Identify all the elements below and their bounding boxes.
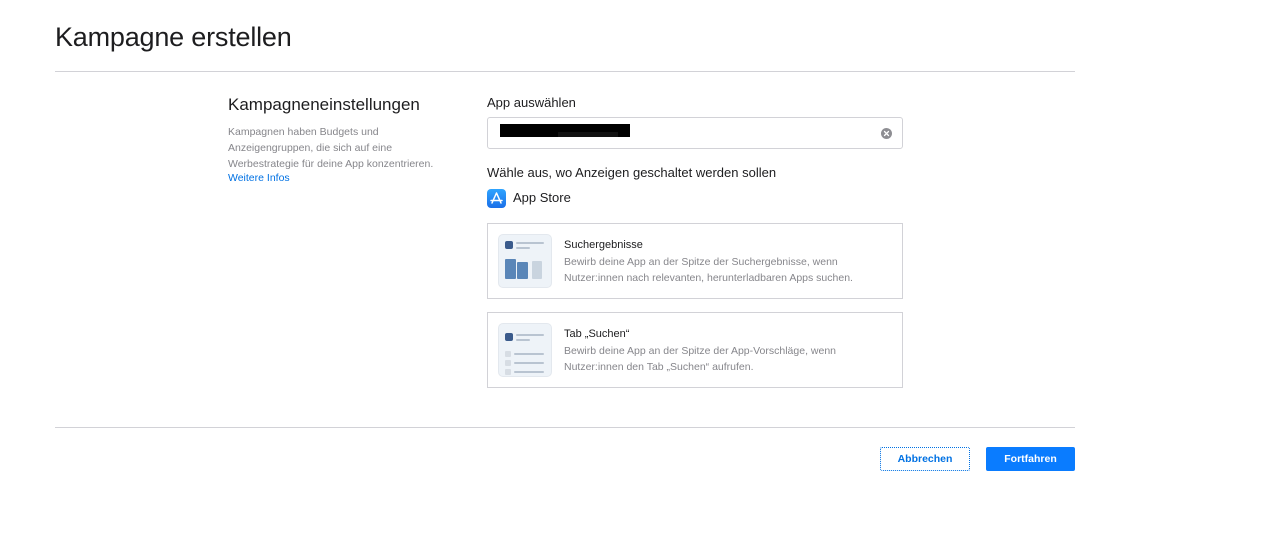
placement-label: Wähle aus, wo Anzeigen geschaltet werden… [487, 165, 777, 180]
page-title: Kampagne erstellen [55, 22, 292, 52]
more-info-link[interactable]: Weitere Infos [228, 172, 290, 184]
thumb-line [516, 247, 530, 249]
clear-circle-icon[interactable] [881, 128, 892, 139]
cancel-button[interactable]: Abbrechen [880, 447, 970, 471]
mini-app-icon [505, 333, 513, 341]
thumb-line [516, 242, 544, 244]
continue-button[interactable]: Fortfahren [986, 447, 1075, 471]
option-search-tab[interactable]: Tab „Suchen“ Bewirb deine App an der Spi… [487, 312, 903, 388]
option-title: Suchergebnisse [564, 239, 643, 251]
settings-title: Kampagneneinstellungen [228, 95, 420, 114]
app-store-label: App Store [513, 190, 571, 205]
app-select-field[interactable] [487, 117, 903, 149]
thumb-grid-item [505, 360, 511, 366]
app-store-icon [487, 189, 506, 208]
search-tab-thumbnail [498, 323, 552, 377]
option-title: Tab „Suchen“ [564, 328, 630, 340]
thumb-grid-item [505, 369, 511, 375]
option-description: Bewirb deine App an der Spitze der Suche… [564, 256, 853, 284]
option-description: Bewirb deine App an der Spitze der App-V… [564, 345, 837, 373]
app-select-label: App auswählen [487, 95, 576, 110]
thumb-line [514, 371, 544, 373]
thumb-line [514, 353, 544, 355]
mini-app-icon [505, 241, 513, 249]
thumb-screenshot [505, 259, 516, 279]
thumb-grid-item [505, 351, 511, 357]
footer-divider [55, 427, 1075, 428]
thumb-screenshot [517, 262, 528, 279]
thumb-line [514, 362, 544, 364]
thumb-screenshot [532, 261, 542, 279]
header-divider [55, 71, 1075, 72]
thumb-line [516, 334, 544, 336]
settings-description: Kampagnen haben Budgets und Anzeigengrup… [228, 126, 434, 170]
thumb-line [516, 339, 530, 341]
redacted-app-name-tail [558, 132, 618, 137]
search-results-thumbnail [498, 234, 552, 288]
option-search-results[interactable]: Suchergebnisse Bewirb deine App an der S… [487, 223, 903, 299]
create-campaign-page: Kampagne erstellen Kampagneneinstellunge… [0, 0, 1280, 546]
